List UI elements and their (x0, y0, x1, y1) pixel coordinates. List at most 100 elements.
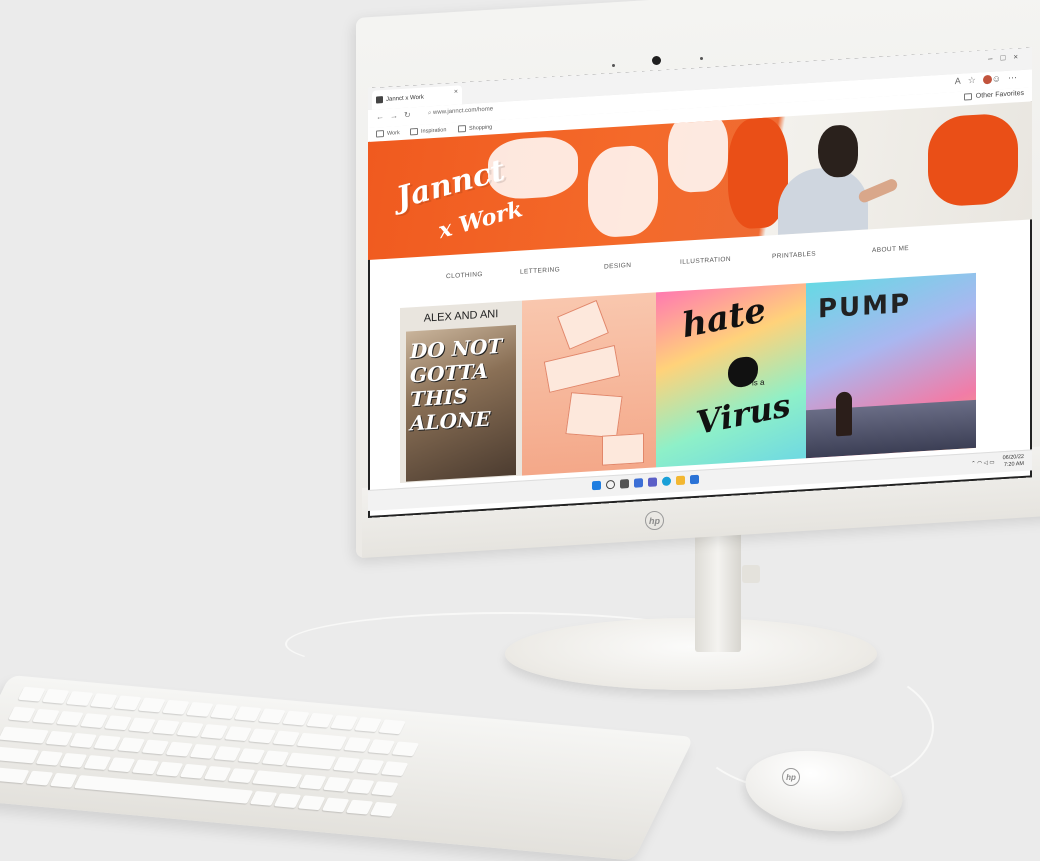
other-favorites[interactable]: Other Favorites (963, 90, 1024, 101)
tile-heading: ALEX AND ANI (423, 308, 499, 325)
mural-stroke (928, 112, 1018, 208)
key (261, 750, 290, 766)
key (306, 712, 334, 728)
cable-clip (742, 565, 760, 583)
key (297, 795, 326, 811)
key (107, 757, 136, 773)
key (25, 770, 54, 786)
clock[interactable]: 06/20/22 7:20 AM (1003, 454, 1024, 468)
key (41, 688, 70, 704)
key (227, 768, 256, 784)
chat-icon[interactable] (648, 477, 657, 487)
edge-icon[interactable] (662, 476, 671, 487)
key (347, 778, 375, 794)
emoji-icon[interactable]: ☺ (992, 73, 1008, 84)
nav-printables[interactable]: PRINTABLES (772, 251, 816, 261)
artist-figure (778, 165, 868, 235)
favorites-star-icon[interactable]: ☆ (968, 74, 983, 85)
lettering-block (557, 299, 609, 350)
folder-icon (458, 125, 466, 133)
tab-favicon-icon (376, 96, 383, 104)
gallery-tile[interactable]: hate is a Virus (656, 283, 806, 468)
gallery-tile[interactable] (522, 292, 656, 476)
avatar[interactable] (982, 74, 992, 85)
key (298, 774, 327, 790)
close-icon[interactable]: × (454, 88, 458, 95)
read-aloud-icon[interactable]: A (955, 75, 968, 86)
key (345, 799, 374, 815)
key (49, 772, 78, 788)
artist-hair (818, 124, 858, 179)
key (249, 790, 278, 806)
tray-icons[interactable]: ⌃ ◠ ◁ ▭ (971, 459, 994, 466)
key (354, 717, 382, 733)
hp-logo: hp (782, 768, 800, 786)
key (176, 721, 204, 737)
store-icon[interactable] (690, 474, 699, 485)
key (35, 750, 64, 766)
favorite-item[interactable]: Work (376, 129, 400, 138)
monitor-stand-neck (695, 530, 741, 652)
visitor-figure (836, 391, 852, 437)
key (296, 732, 348, 750)
monitor-screen: Jannct x Work × –□× ←→↻ ⌕ www.jannct.com… (368, 47, 1032, 518)
key (0, 726, 49, 744)
gallery-floor (806, 399, 976, 459)
url-field[interactable]: ⌕ www.jannct.com/home (428, 106, 493, 117)
key (165, 741, 194, 757)
key (380, 761, 409, 777)
key (189, 743, 218, 759)
window-controls[interactable]: –□× (988, 52, 1026, 63)
key (224, 726, 252, 742)
monitor-stand-base (505, 618, 877, 690)
artist-arm (857, 177, 899, 205)
favorite-item[interactable]: Shopping (458, 123, 492, 133)
key (356, 759, 385, 774)
key (343, 737, 372, 752)
task-view-icon[interactable] (620, 479, 629, 489)
key (251, 770, 303, 788)
key (234, 706, 262, 722)
key (273, 793, 302, 809)
key (378, 719, 406, 735)
scene: hp Jannct x Work × –□× ←→↻ ⌕ www.jannct.… (0, 0, 1040, 861)
key (162, 699, 190, 715)
key (272, 730, 300, 746)
key (282, 710, 310, 726)
key (80, 713, 108, 729)
nav-illustration[interactable]: ILLUSTRATION (680, 256, 731, 266)
key (138, 697, 166, 713)
mic-dot (700, 57, 703, 60)
nav-about-me[interactable]: ABOUT ME (872, 245, 909, 254)
key (367, 739, 396, 755)
key (210, 704, 238, 720)
webcam-icon (652, 56, 661, 65)
folder-icon (963, 93, 972, 101)
tile-lettering: DO NOT GOTTA THIS ALONE (410, 333, 503, 436)
key (69, 733, 97, 748)
key (59, 752, 88, 768)
nav-buttons[interactable]: ←→↻ (376, 110, 417, 121)
system-tray[interactable]: ⌃ ◠ ◁ ▭ 06/20/22 7:20 AM (971, 454, 1024, 470)
tile-lettering: hate (679, 290, 769, 347)
favorite-item[interactable]: Inspiration (410, 126, 446, 136)
nav-lettering[interactable]: LETTERING (520, 266, 560, 275)
widgets-icon[interactable] (634, 478, 643, 488)
browser-actions[interactable]: A☆ ☺⋯ (955, 72, 1024, 87)
file-explorer-icon[interactable] (676, 475, 685, 486)
search-icon[interactable] (606, 479, 615, 490)
key (371, 781, 399, 797)
start-icon[interactable] (592, 480, 601, 491)
lettering-block (565, 392, 623, 439)
key (117, 737, 146, 753)
gallery-tile[interactable]: PUMP (806, 272, 976, 459)
nav-design[interactable]: DESIGN (604, 262, 631, 271)
nav-clothing[interactable]: CLOTHING (446, 271, 483, 280)
key (213, 746, 242, 761)
key (17, 686, 46, 702)
key (200, 724, 228, 739)
key (128, 717, 156, 733)
more-icon[interactable]: ⋯ (1008, 72, 1024, 83)
gallery-tile[interactable]: ALEX AND ANI DO NOT GOTTA THIS ALONE (400, 300, 522, 484)
key (0, 766, 30, 784)
